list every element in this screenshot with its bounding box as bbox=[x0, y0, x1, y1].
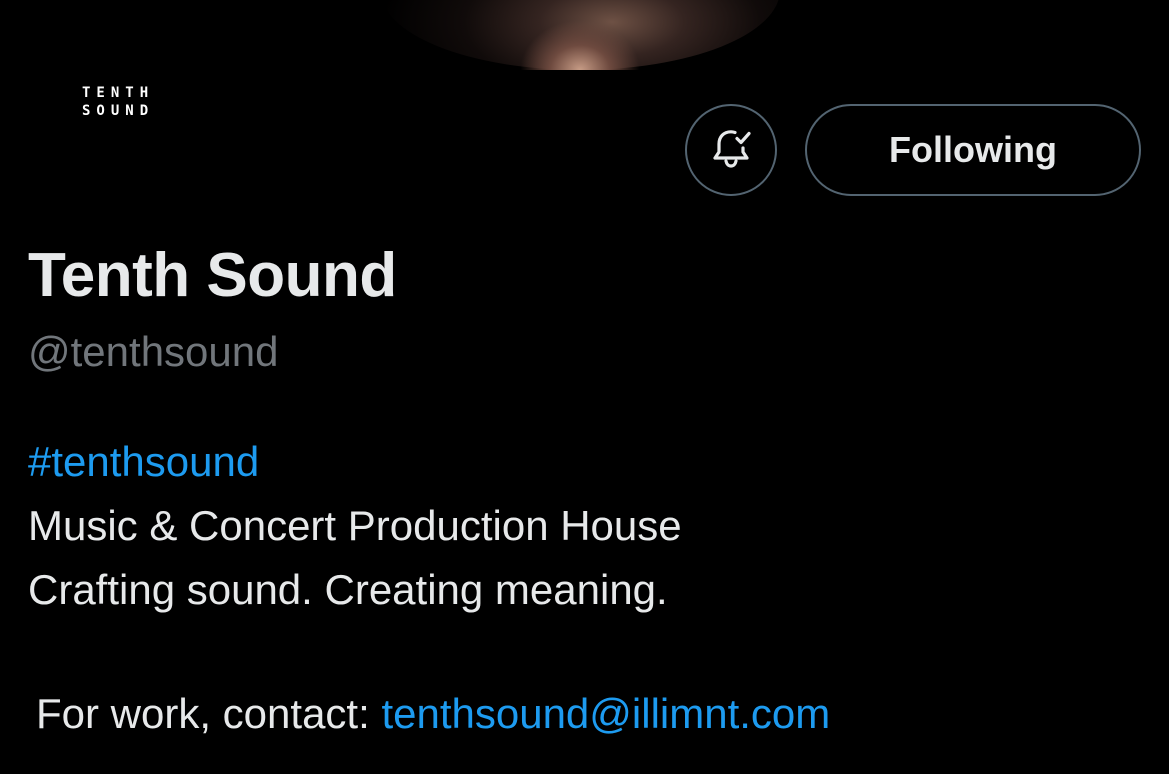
logo-line-1: TENTH bbox=[82, 85, 155, 101]
contact-label: For work, contact: bbox=[36, 690, 382, 737]
bio-line-1: Music & Concert Production House bbox=[28, 502, 682, 549]
brand-logo: TENTH SOUND bbox=[82, 84, 154, 120]
display-name: Tenth Sound bbox=[28, 241, 397, 310]
profile-banner[interactable] bbox=[0, 0, 1169, 70]
following-button[interactable]: Following bbox=[805, 104, 1141, 196]
username: @tenthsound bbox=[28, 328, 279, 375]
contact-line: For work, contact: tenthsound@illimnt.co… bbox=[36, 690, 830, 738]
hashtag-link[interactable]: #tenthsound bbox=[28, 438, 259, 485]
notifications-button[interactable] bbox=[685, 104, 777, 196]
bell-check-icon bbox=[708, 125, 754, 176]
banner-photo-detail bbox=[520, 20, 640, 70]
logo-line-2: SOUND bbox=[82, 103, 155, 119]
bio-line-2: Crafting sound. Creating meaning. bbox=[28, 566, 668, 613]
bio: #tenthsound Music & Concert Production H… bbox=[28, 430, 682, 622]
email-link[interactable]: tenthsound@illimnt.com bbox=[381, 690, 830, 737]
